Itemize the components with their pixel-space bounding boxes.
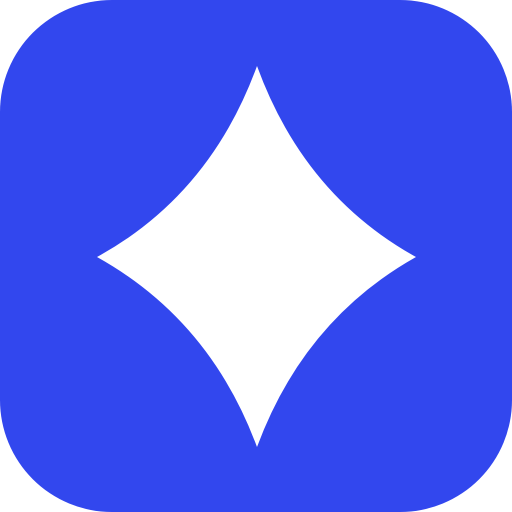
sparkle-star-shape: [97, 66, 416, 447]
app-icon-tile[interactable]: [0, 0, 512, 512]
sparkle-icon: [97, 66, 416, 447]
